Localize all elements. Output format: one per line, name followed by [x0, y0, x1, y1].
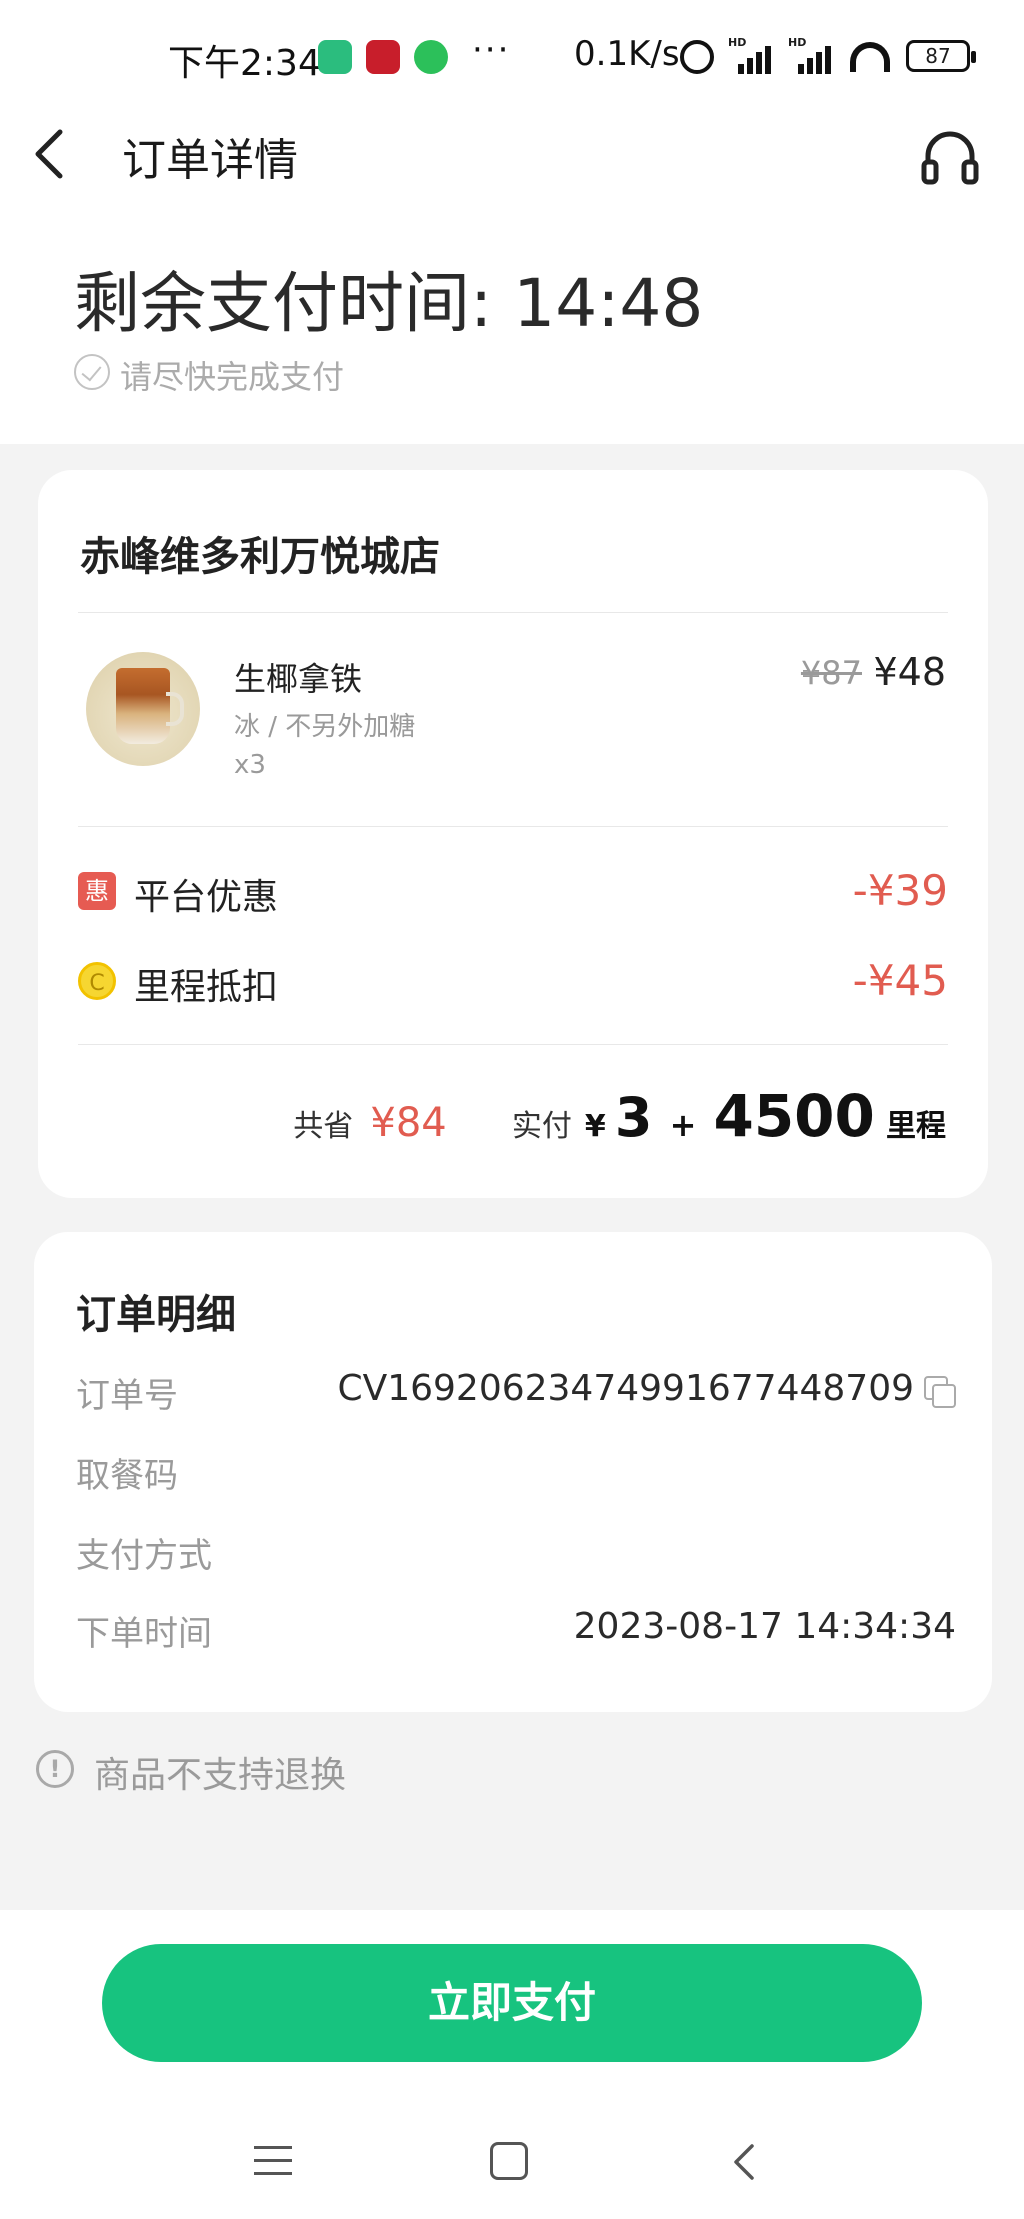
order-number-label: 订单号 — [76, 1376, 178, 1416]
back-button[interactable] — [30, 126, 70, 182]
more-notifications-icon: ··· — [472, 30, 511, 70]
paid-miles: 4500 — [713, 1082, 875, 1150]
order-time-label: 下单时间 — [76, 1614, 212, 1654]
divider — [78, 1044, 948, 1045]
order-number-value: CV16920623474991677448709 — [337, 1368, 914, 1409]
product-image — [86, 652, 200, 766]
plus-sign: + — [669, 1106, 697, 1144]
menu-icon[interactable] — [254, 2144, 292, 2178]
payment-method-row: 支付方式 — [76, 1528, 956, 1578]
mileage-amount: -¥45 — [852, 956, 948, 1005]
divider — [78, 612, 948, 613]
info-icon: ! — [36, 1750, 74, 1788]
detail-title: 订单明细 — [76, 1292, 236, 1338]
order-number-row: 订单号 CV16920623474991677448709 — [76, 1368, 956, 1418]
product-original-price: ¥87 — [800, 654, 862, 692]
signal-icon-2: HD — [788, 36, 836, 76]
product-name: 生椰拿铁 — [234, 660, 363, 698]
headset-icon — [921, 131, 979, 185]
paid-label: 实付 — [511, 1109, 572, 1144]
notice-text: 商品不支持退换 — [94, 1755, 347, 1796]
order-time-row: 下单时间 2023-08-17 14:34:34 — [76, 1606, 956, 1656]
coin-icon: C — [78, 962, 116, 1000]
bank-app-icon — [366, 40, 400, 74]
page-title: 订单详情 — [122, 135, 298, 186]
customer-service-button[interactable] — [920, 128, 980, 188]
nav-back-icon[interactable] — [730, 2142, 760, 2182]
check-circle-icon — [74, 354, 110, 390]
order-card: 赤峰维多利万悦城店 生椰拿铁 冰 / 不另外加糖 x3 ¥87 ¥48 惠 平台… — [38, 470, 988, 1198]
payment-hint-text: 请尽快完成支付 — [120, 358, 345, 396]
copy-icon[interactable] — [924, 1376, 956, 1408]
status-time: 下午2:34 — [168, 43, 321, 84]
saved-amount: ¥84 — [370, 1100, 447, 1146]
total-summary: 共省 ¥84 实付 ¥ 3 + 4500 里程 — [293, 1082, 946, 1150]
system-nav-bar — [0, 2130, 1024, 2200]
platform-discount-row: 惠 平台优惠 -¥39 — [78, 864, 948, 920]
saved-label: 共省 — [293, 1109, 354, 1144]
status-bar: 下午2:34 ··· 0.1K/s HD HD 87 — [0, 0, 1024, 110]
discount-tag-icon: 惠 — [78, 872, 116, 910]
latte-cup-icon — [116, 668, 184, 744]
signal-icon: HD — [728, 36, 776, 76]
shield-app-icon — [318, 40, 352, 74]
mileage-label: 里程抵扣 — [134, 967, 279, 1008]
hd-tag: HD — [728, 36, 747, 49]
chevron-left-icon — [35, 129, 63, 179]
payment-countdown: 剩余支付时间: 14:48 — [74, 265, 704, 342]
product-quantity: x3 — [234, 750, 266, 780]
order-detail-card: 订单明细 订单号 CV16920623474991677448709 取餐码 支… — [34, 1232, 992, 1712]
discount-label: 平台优惠 — [134, 877, 279, 918]
hd-tag: HD — [788, 36, 807, 49]
product-spec: 冰 / 不另外加糖 — [234, 712, 416, 742]
alarm-icon — [680, 40, 714, 74]
pickup-code-label: 取餐码 — [76, 1456, 178, 1496]
wechat-icon — [414, 40, 448, 74]
wifi-icon — [850, 42, 890, 72]
home-icon[interactable] — [490, 2142, 528, 2180]
discount-amount: -¥39 — [852, 866, 948, 915]
divider — [78, 826, 948, 827]
paid-cash: 3 — [614, 1086, 653, 1149]
order-time-value: 2023-08-17 14:34:34 — [573, 1606, 956, 1647]
store-name[interactable]: 赤峰维多利万悦城店 — [80, 524, 440, 582]
bottom-bar: 立即支付 — [0, 1910, 1024, 2219]
miles-unit: 里程 — [886, 1109, 946, 1144]
mileage-deduction-row: C 里程抵扣 -¥45 — [78, 954, 948, 1010]
pay-now-button[interactable]: 立即支付 — [102, 1944, 922, 2062]
product-price: ¥48 — [873, 650, 946, 694]
currency-symbol: ¥ — [584, 1109, 606, 1144]
payment-method-label: 支付方式 — [76, 1536, 212, 1576]
battery-icon: 87 — [906, 40, 976, 72]
network-speed: 0.1K/s — [574, 34, 680, 74]
pickup-code-row: 取餐码 — [76, 1448, 956, 1498]
